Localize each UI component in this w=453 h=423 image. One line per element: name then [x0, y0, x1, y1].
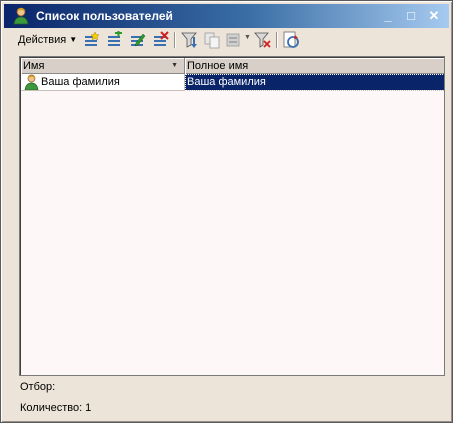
- users-table[interactable]: Имя ▼ Полное имя Ваша фамилия Ваша фамил…: [19, 56, 445, 376]
- edit-icon[interactable]: [128, 31, 146, 49]
- delete-icon[interactable]: [151, 31, 169, 49]
- chevron-down-icon: ▼: [69, 35, 78, 44]
- title-bar[interactable]: Список пользователей _ □ ✕: [4, 4, 449, 28]
- filter-status: Отбор:: [20, 381, 56, 393]
- user-full-name: Ваша фамилия: [187, 76, 266, 88]
- window-title: Список пользователей: [36, 9, 173, 23]
- add-icon[interactable]: [82, 31, 100, 49]
- maximize-button[interactable]: □: [402, 7, 420, 25]
- cell-name[interactable]: Ваша фамилия: [21, 74, 185, 91]
- cell-full-name[interactable]: Ваша фамилия: [185, 74, 444, 91]
- column-header-label: Полное имя: [187, 60, 249, 72]
- column-header-label: Имя: [23, 60, 45, 72]
- user-icon: [24, 74, 39, 90]
- refresh-icon[interactable]: [282, 31, 300, 49]
- table-header: Имя ▼ Полное имя: [21, 58, 444, 74]
- add-group-icon[interactable]: [105, 31, 123, 49]
- chevron-down-icon[interactable]: ▼: [244, 34, 251, 41]
- count-status: Количество: 1: [20, 402, 92, 414]
- column-header-full-name[interactable]: Полное имя: [185, 58, 444, 74]
- toolbar-separator: [174, 32, 176, 48]
- actions-menu-button[interactable]: Действия ▼: [14, 31, 81, 49]
- filter-icon[interactable]: [225, 31, 243, 49]
- clear-filter-icon[interactable]: [254, 31, 272, 49]
- close-button[interactable]: ✕: [425, 7, 443, 25]
- minimize-button[interactable]: _: [379, 7, 397, 25]
- toolbar-separator: [276, 32, 278, 48]
- table-row[interactable]: Ваша фамилия Ваша фамилия: [21, 74, 444, 91]
- column-header-name[interactable]: Имя ▼: [21, 58, 185, 74]
- users-list-window: Список пользователей _ □ ✕ Действия ▼ ▼ …: [0, 0, 453, 423]
- sort-indicator-icon: ▼: [171, 62, 178, 69]
- copy-icon[interactable]: [203, 31, 221, 49]
- actions-label: Действия: [18, 34, 67, 46]
- user-name: Ваша фамилия: [41, 76, 120, 88]
- toolbar: Действия ▼ ▼: [12, 29, 446, 51]
- hierarchy-filter-icon[interactable]: [180, 31, 198, 49]
- user-icon: [13, 7, 29, 25]
